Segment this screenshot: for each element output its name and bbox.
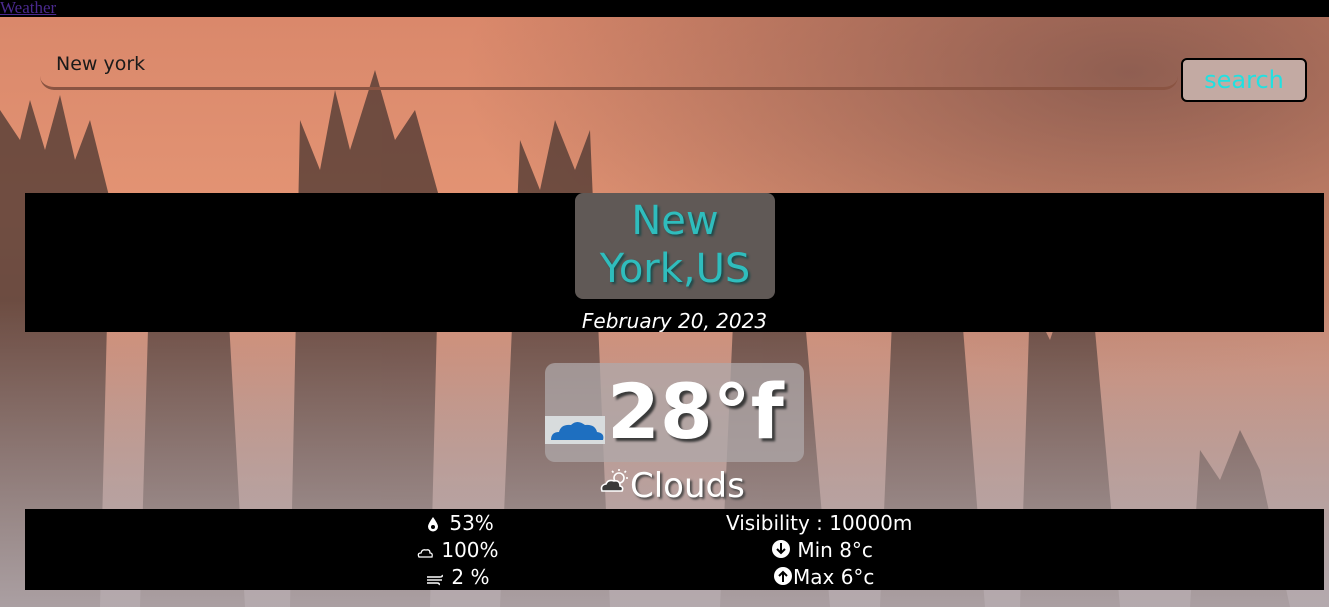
search-button[interactable]: search [1181,58,1307,102]
min-temp-value: Min 8°c [797,538,873,562]
wind-stat: 2 % [425,565,489,591]
humidity-value: 53% [449,511,494,535]
weather-condition: Clouds [598,466,745,508]
cloudiness-value: 100% [441,538,499,562]
wind-icon [425,567,445,591]
partly-cloudy-icon [598,466,630,506]
arrow-up-circle-icon [773,566,793,591]
min-temp-stat: Min 8°c [771,538,873,564]
top-nav-bar: Weather [0,0,1329,17]
weather-title-link[interactable]: Weather [0,0,56,18]
max-temp-value: Max 6°c [793,565,875,589]
temperature-card: 28°f [545,363,804,462]
cloud-outline-icon [415,540,435,564]
wind-value: 2 % [451,565,490,589]
temperature-value: 28°f [607,367,784,456]
current-date: February 20, 2023 [581,309,768,333]
stats-band: 53% 100% 2 % Visibility : 10000m Min 8°c… [25,509,1324,590]
search-input[interactable] [40,40,1178,90]
city-line-1: New [631,198,719,244]
arrow-down-circle-icon [771,539,791,564]
max-temp-stat: Max 6°c [773,565,874,591]
humidity-drop-icon [423,513,443,537]
visibility-stat: Visibility : 10000m [726,511,913,535]
city-line-2: York,US [599,246,751,292]
cloudiness-stat: 100% [415,538,499,564]
humidity-stat: 53% [423,511,494,537]
cloud-icon [545,416,605,444]
city-name: New York,US [575,193,775,299]
weather-condition-text: Clouds [630,466,745,506]
